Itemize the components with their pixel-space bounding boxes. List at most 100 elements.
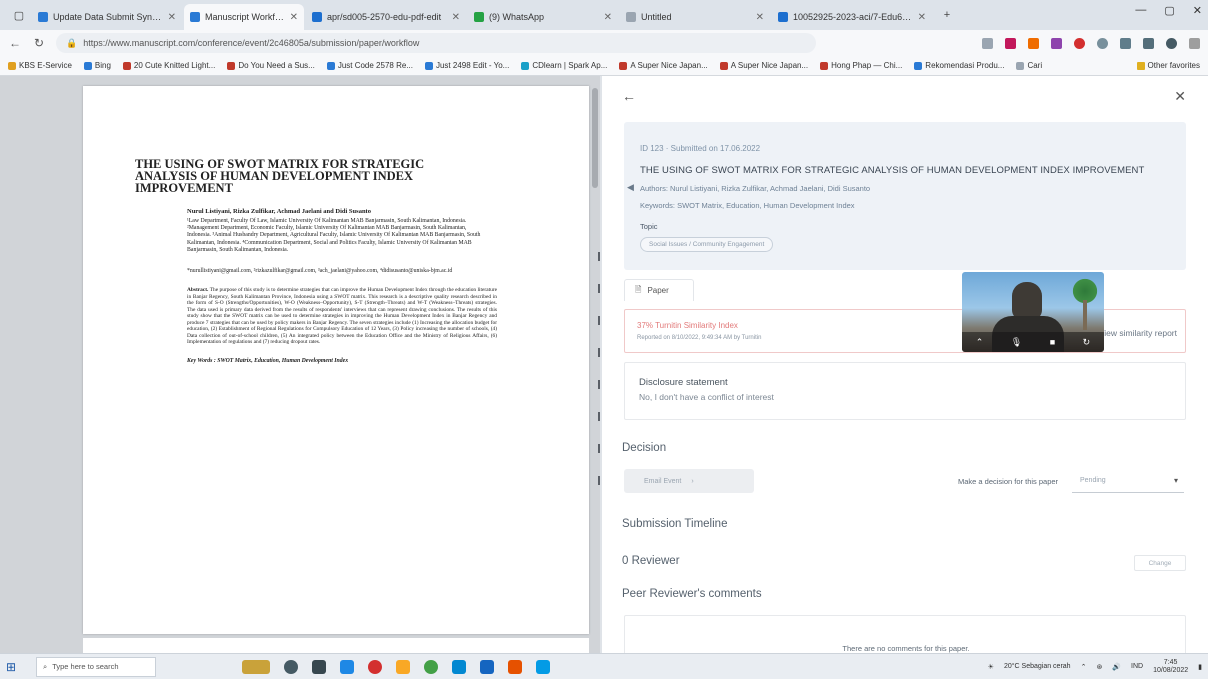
taskbar-clock[interactable]: 7:45 10/08/2022 <box>1153 659 1188 675</box>
tab-close-icon[interactable]: ✕ <box>756 12 764 23</box>
folder-icon <box>1136 61 1145 70</box>
tab-close-icon[interactable]: ✕ <box>918 12 926 23</box>
weather-icon[interactable]: ☀ <box>988 663 994 671</box>
tab-favicon-icon <box>626 12 636 22</box>
microphone-icon[interactable]: 🎙 <box>1011 337 1022 348</box>
bookmark-label: 20 Cute Knitted Light... <box>133 61 216 70</box>
bookmark-item[interactable]: KBS E-Service <box>8 61 72 70</box>
window-menu-icon[interactable]: ▢ <box>8 4 30 26</box>
extension-icon[interactable] <box>1097 37 1108 49</box>
volume-icon[interactable]: 🔊 <box>1112 663 1121 671</box>
taskbar-apps <box>242 659 550 674</box>
bookmarks-bar: KBS E-Service Bing 20 Cute Knitted Light… <box>0 56 1208 76</box>
extension-icon[interactable] <box>1005 37 1016 49</box>
profile-icon[interactable] <box>1166 37 1177 49</box>
tray-chevron-icon[interactable]: ⌃ <box>1081 663 1087 671</box>
bookmark-item[interactable]: Bing <box>83 61 111 70</box>
bookmark-favicon-icon <box>122 61 131 70</box>
url-text: https://www.manuscript.com/conference/ev… <box>83 38 420 48</box>
scroll-marker <box>598 252 600 261</box>
bookmark-item[interactable]: A Super Nice Japan... <box>619 61 708 70</box>
windows-taskbar: ⊞ ⌕ Type here to search ☀ 20°C Sebagian … <box>0 653 1208 679</box>
new-tab-icon[interactable]: + <box>936 4 958 26</box>
camera-icon[interactable]: ■ <box>1050 337 1055 347</box>
tab-close-icon[interactable]: ✕ <box>290 12 298 23</box>
favorites-star-icon[interactable] <box>1120 37 1131 49</box>
browser-tab-2[interactable]: Manuscript Workflow ✕ <box>184 4 304 30</box>
pdf-viewer[interactable]: THE USING OF SWOT MATRIX FOR STRATEGIC A… <box>0 76 600 653</box>
browser-tab-5[interactable]: Untitled ✕ <box>620 4 770 30</box>
language-indicator[interactable]: IND <box>1131 663 1143 670</box>
browser-tab-1[interactable]: Update Data Submit Synopsis ✕ <box>32 4 182 30</box>
address-bar[interactable]: 🔒 https://www.manuscript.com/conference/… <box>56 33 816 53</box>
extension-icon[interactable] <box>982 37 993 49</box>
tab-close-icon[interactable]: ✕ <box>604 12 612 23</box>
collapse-icon[interactable]: ⌃ <box>976 337 984 348</box>
tab-paper[interactable]: 🗎 Paper <box>624 279 694 301</box>
paper-abstract: Abstract. The purpose of this study is t… <box>187 287 497 346</box>
bookmark-item[interactable]: CDlearn | Spark Ap... <box>521 61 607 70</box>
widgets-icon[interactable] <box>312 659 326 674</box>
task-view-icon[interactable] <box>284 659 298 674</box>
close-icon[interactable]: ✕ <box>1174 88 1186 105</box>
bookmark-item[interactable]: Hong Phap — Chi... <box>820 61 902 70</box>
network-icon[interactable]: ⊛ <box>1096 663 1102 671</box>
change-reviewer-button[interactable]: Change <box>1134 555 1186 571</box>
bookmark-item[interactable]: Just Code 2578 Re... <box>326 61 413 70</box>
maximize-icon[interactable]: ▢ <box>1164 4 1174 17</box>
tab-close-icon[interactable]: ✕ <box>168 12 176 23</box>
submission-meta: ID 123 · Submitted on 17.06.2022 <box>640 144 761 153</box>
extension-icon[interactable] <box>1074 37 1085 49</box>
powerpoint-icon[interactable] <box>508 659 522 674</box>
bookmark-item[interactable]: Do You Need a Sus... <box>227 61 315 70</box>
disclosure-box: Disclosure statement No, I don't have a … <box>624 362 1186 420</box>
decision-value: Pending <box>1080 477 1106 484</box>
browser-tab-4[interactable]: (9) WhatsApp ✕ <box>468 4 618 30</box>
decision-select[interactable]: Pending ▾ <box>1072 469 1184 493</box>
back-arrow-icon[interactable]: ← <box>622 88 636 104</box>
scroll-marker <box>598 380 600 389</box>
chrome-browser-icon[interactable] <box>424 659 438 674</box>
no-comments-text: There are no comments for this paper. <box>842 644 970 653</box>
taskbar-app-icon[interactable] <box>242 659 270 674</box>
tab-title: Manuscript Workflow <box>205 12 286 22</box>
word-icon[interactable] <box>480 659 494 674</box>
minimize-icon[interactable]: — <box>1135 4 1146 17</box>
taskbar-search-input[interactable]: ⌕ Type here to search <box>36 656 156 677</box>
collapse-caret-icon[interactable]: ◀ <box>627 182 634 193</box>
tab-close-icon[interactable]: ✕ <box>452 12 460 23</box>
notifications-icon[interactable]: ▮ <box>1198 663 1202 671</box>
bookmark-item[interactable]: Rekomendasi Produ... <box>914 61 1004 70</box>
browser-tab-3[interactable]: apr/sd005-2570-edu-pdf-edit ✕ <box>306 4 466 30</box>
extension-icon[interactable] <box>1028 37 1039 49</box>
browser-tab-6[interactable]: 10052925-2023-aci/7-Edu6-PRt ✕ <box>772 4 932 30</box>
rotate-icon[interactable]: ↻ <box>1083 337 1091 348</box>
bookmark-item[interactable]: A Super Nice Japan... <box>719 61 808 70</box>
collections-icon[interactable] <box>1143 37 1154 49</box>
opera-browser-icon[interactable] <box>368 659 382 674</box>
similarity-report-link[interactable]: View similarity report <box>1099 328 1177 338</box>
viewer-scrollbar-thumb[interactable] <box>592 88 598 188</box>
edge-browser-icon[interactable] <box>340 659 354 674</box>
close-window-icon[interactable]: ✕ <box>1193 4 1202 17</box>
scroll-marker <box>598 284 600 293</box>
windows-start-icon[interactable]: ⊞ <box>6 660 26 674</box>
video-call-overlay[interactable]: ⌃ 🎙 ■ ↻ <box>962 272 1104 352</box>
system-tray: ☀ 20°C Sebagian cerah ⌃ ⊛ 🔊 IND 7:45 10/… <box>988 659 1202 675</box>
email-event-button[interactable]: Email Event › <box>624 469 754 493</box>
store-icon[interactable] <box>452 659 466 674</box>
bookmark-item[interactable]: Just 2498 Edit - Yo... <box>424 61 510 70</box>
bookmark-label: Just 2498 Edit - Yo... <box>435 61 510 70</box>
other-favorites[interactable]: Other favorites <box>1136 61 1200 70</box>
extension-icon[interactable] <box>1051 37 1062 49</box>
bookmark-item[interactable]: 20 Cute Knitted Light... <box>122 61 216 70</box>
tab-favicon-icon <box>778 12 788 22</box>
outlook-icon[interactable] <box>536 659 550 674</box>
back-arrow-icon[interactable]: ← <box>8 36 22 50</box>
more-menu-icon[interactable] <box>1189 37 1200 49</box>
file-explorer-icon[interactable] <box>396 659 410 674</box>
weather-text[interactable]: 20°C Sebagian cerah <box>1004 663 1071 670</box>
bookmark-item[interactable]: Cari <box>1016 61 1042 70</box>
submission-authors: Authors: Nurul Listiyani, Rizka Zulfikar… <box>640 184 871 193</box>
reload-icon[interactable]: ↻ <box>32 36 46 50</box>
